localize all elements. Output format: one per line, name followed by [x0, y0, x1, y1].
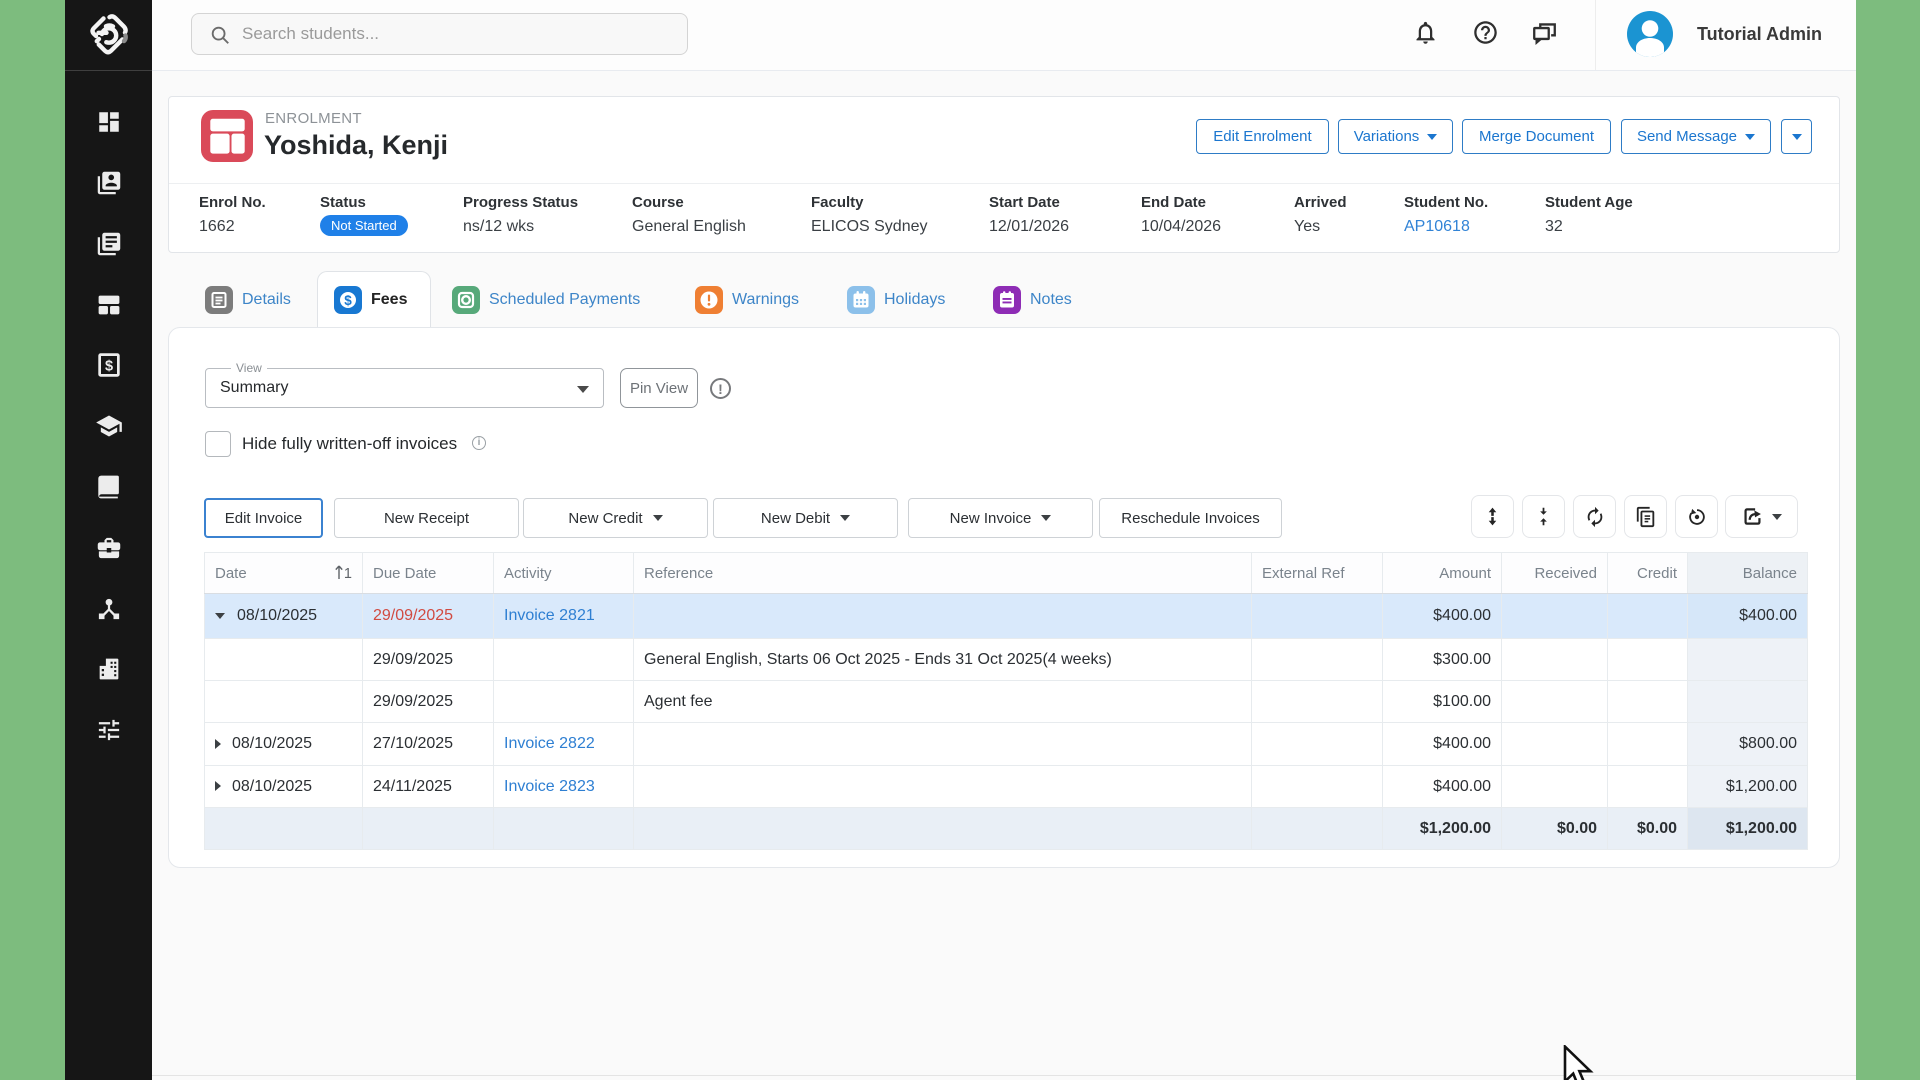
svg-text:$: $ [344, 293, 352, 308]
svg-text:$: $ [104, 359, 112, 375]
